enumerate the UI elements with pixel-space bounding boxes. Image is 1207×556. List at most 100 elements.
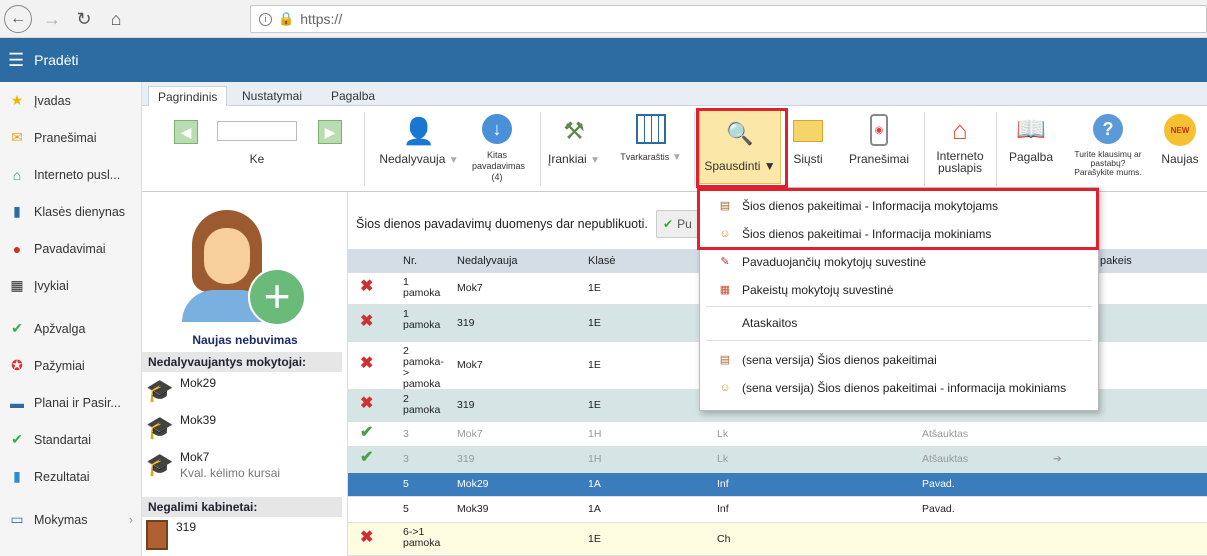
cell-absent: Mok7 xyxy=(457,359,483,371)
print-dropdown-menu: ▤ Šios dienos pakeitimai - Informacija mo… xyxy=(699,187,1099,411)
print-button[interactable]: 🔍 Spausdinti ▼ xyxy=(699,110,781,184)
cell-nr: 1 pamoka xyxy=(403,276,441,299)
absent-button[interactable]: 👤 Nedalyvauja ▼ xyxy=(374,114,464,167)
cell-absent: Mok29 xyxy=(457,478,489,490)
house-icon: ⌂ xyxy=(952,114,968,145)
sidebar-item-1[interactable]: ✉ Pranešimai xyxy=(0,119,141,156)
calendar-icon: ▦ xyxy=(10,277,24,293)
room-label: 319 xyxy=(176,520,197,534)
reload-button[interactable]: ↻ xyxy=(70,5,98,33)
schedule-label: Tvarkaraštis xyxy=(620,152,670,162)
website-button[interactable]: ⌂ Interneto puslapis xyxy=(930,114,990,175)
table-row[interactable]: 5 Mok29 1A Inf Pavad. xyxy=(348,473,1207,497)
sidebar-item-label: Pavadavimai xyxy=(34,241,106,256)
absent-teacher-item[interactable]: 🎓 Mok29 xyxy=(142,376,342,413)
messages-label: Pranešimai xyxy=(848,152,910,166)
next-day-button[interactable]: ▶ xyxy=(318,120,342,144)
next-substitution-button[interactable]: ↓ Kitas pavadavimas (4) xyxy=(472,114,525,183)
feedback-button[interactable]: ? Turite klausimų ar pastabų? Parašykite… xyxy=(1070,114,1146,177)
absent-teacher-item[interactable]: 🎓 Mok7 Kval. kėlimo kursai xyxy=(142,450,342,495)
star-icon: ★ xyxy=(10,92,24,108)
door-icon xyxy=(146,520,168,550)
address-bar[interactable]: i 🔒 https:// xyxy=(250,5,1207,33)
new-absence-button[interactable]: + xyxy=(174,204,314,332)
new-badge-icon: NEW xyxy=(1164,114,1196,146)
cell-type: Atšauktas xyxy=(922,453,969,465)
prev-day-button[interactable]: ◀ xyxy=(174,120,198,144)
col-nr: Nr. xyxy=(403,255,418,267)
medal-icon: ✪ xyxy=(11,357,23,373)
help-button[interactable]: 📖 Pagalba xyxy=(1004,114,1058,165)
print-menu-item-1[interactable]: ☺ Šios dienos pakeitimai - Informacija mo… xyxy=(700,220,1098,248)
app-topbar: ☰ Pradėti xyxy=(0,38,1207,82)
col-absent: Nedalyvauja xyxy=(457,255,518,267)
hamburger-menu-icon[interactable]: ☰ xyxy=(8,50,24,71)
cell-nr: 5 xyxy=(403,503,409,515)
sidebar-item-3[interactable]: ▮ Klasės dienynas xyxy=(0,193,141,230)
sidebar-item-4[interactable]: ● Pavadavimai xyxy=(0,230,141,267)
forward-button[interactable]: → xyxy=(38,5,66,33)
sidebar-item-5[interactable]: ▦ Įvykiai xyxy=(0,267,141,304)
tools-button[interactable]: ⚒ Įrankiai ▼ xyxy=(546,114,602,167)
app-title[interactable]: Pradėti xyxy=(34,52,78,68)
shield-icon: ✔ xyxy=(11,431,23,447)
publish-label: Pu xyxy=(677,217,692,231)
teacher-name: Mok7 xyxy=(180,450,210,464)
send-button[interactable]: Siųsti xyxy=(788,114,828,166)
tab-pagalba[interactable]: Pagalba xyxy=(322,86,384,106)
absent-teacher-item[interactable]: 🎓 Mok39 xyxy=(142,413,342,450)
sidebar-item-7[interactable]: ✪ Pažymiai xyxy=(0,347,141,384)
messages-button[interactable]: ◉ Pranešimai xyxy=(842,114,916,166)
cell-nr: 1 pamoka xyxy=(403,308,441,331)
tools-label: Įrankiai xyxy=(548,152,587,166)
sidebar-item-0[interactable]: ★ Įvadas xyxy=(0,82,141,119)
book-icon: ▮ xyxy=(13,203,21,219)
print-menu-item-6[interactable]: ☺ (sena versija) Šios dienos pakeitimai -… xyxy=(700,374,1098,402)
cell-subj: Ch xyxy=(717,532,731,545)
schedule-button[interactable]: Tvarkaraštis ▼ xyxy=(612,114,690,163)
table-row[interactable]: ✔ 3 319 1H Lk Atšauktas ➔ xyxy=(348,447,1207,473)
print-menu-item-2[interactable]: ✎ Pavaduojančių mokytojų suvestinė xyxy=(700,248,1098,276)
ribbon-toolbar: ◀ ▶ Ke 👤 Nedalyvauja ▼ ↓ Kitas pavadavim… xyxy=(142,106,1207,192)
chevron-right-icon: › xyxy=(128,512,133,527)
teacher-name: Mok29 xyxy=(180,376,217,390)
cell-class: 1E xyxy=(588,399,601,411)
print-menu-item-5[interactable]: ▤ (sena versija) Šios dienos pakeitimai xyxy=(700,346,1098,374)
sidebar-item-8[interactable]: ▬ Planai ir Pasir... xyxy=(0,384,141,421)
sidebar-item-2[interactable]: ⌂ Interneto pusl... xyxy=(0,156,141,193)
print-menu-item-3[interactable]: ▦ Pakeistų mokytojų suvestinė xyxy=(700,276,1098,304)
cell-subj: Lk xyxy=(717,427,729,440)
table-row[interactable]: ✖ 6->1 pamoka 1E Ch xyxy=(348,523,1207,556)
table-row[interactable]: ✔ 3 Mok7 1H Lk Atšauktas xyxy=(348,422,1207,447)
print-preview-icon: 🔍 xyxy=(726,121,754,146)
cell-nr: 2 pamoka xyxy=(403,393,441,416)
tab-nustatymai[interactable]: Nustatymai xyxy=(233,86,311,106)
manual-book-icon: 📖 xyxy=(1016,115,1046,143)
sidebar-item-label: Klasės dienynas xyxy=(34,204,126,219)
date-input[interactable] xyxy=(217,121,297,141)
blank-icon xyxy=(718,316,732,330)
back-button[interactable]: ← xyxy=(4,5,32,33)
print-menu-item-0[interactable]: ▤ Šios dienos pakeitimai - Informacija mo… xyxy=(700,192,1098,220)
cell-subj: Inf xyxy=(717,478,729,490)
table-row[interactable]: 5 Mok39 1A Inf Pavad. xyxy=(348,497,1207,523)
sidebar-item-6[interactable]: ✔ Apžvalga xyxy=(0,310,141,347)
tab-pagrindinis[interactable]: Pagrindinis xyxy=(148,86,228,107)
print-menu-item-4[interactable]: Ataskaitos xyxy=(700,309,1098,337)
home-button[interactable]: ⌂ xyxy=(102,5,130,33)
sidebar-item-9[interactable]: ✔ Standartai xyxy=(0,421,141,458)
question-icon: ? xyxy=(1093,114,1123,144)
sidebar-item-10[interactable]: ▮ Rezultatai xyxy=(0,458,141,495)
room-item[interactable]: 319 xyxy=(146,520,196,550)
cell-absent: Mok7 xyxy=(457,427,483,440)
cross-icon: ✖ xyxy=(360,395,374,412)
add-person-icon: 👤 xyxy=(402,115,436,146)
sidebar-item-11[interactable]: ▭ Mokymas › xyxy=(0,501,141,538)
new-button[interactable]: NEW Naujas xyxy=(1156,114,1204,166)
url-text: https:// xyxy=(300,11,343,27)
menu-separator xyxy=(706,306,1092,307)
col-changes: pakeis xyxy=(1100,255,1132,267)
cell-class: 1E xyxy=(588,532,601,545)
cross-icon: ✖ xyxy=(360,355,374,372)
cell-nr: 5 xyxy=(403,478,409,490)
